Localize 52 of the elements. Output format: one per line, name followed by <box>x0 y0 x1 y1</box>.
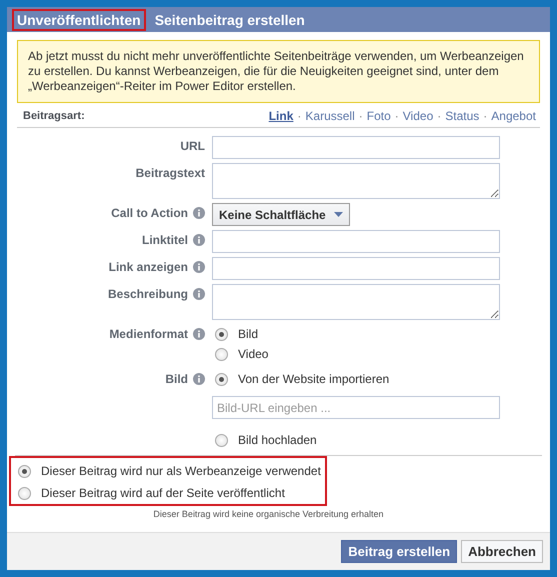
option-label: Video <box>238 347 268 361</box>
radio-button[interactable] <box>18 464 31 478</box>
info-icon[interactable] <box>193 234 205 246</box>
create-button[interactable]: Beitrag erstellen <box>341 540 458 563</box>
post-type-link[interactable]: Angebot <box>491 109 536 123</box>
separator-dot: · <box>297 109 302 123</box>
field-label: Beitragstext <box>136 166 205 180</box>
radio-button[interactable] <box>215 434 228 446</box>
notice-text: Ab jetzt musst du nicht mehr unveröffentlichte Seitenbeiträge verwenden, um Werbeanzeigen zu erstellen. Du kannst Werbeanzeigen, die für die Neuigkeiten geeignet sind, unter dem „Werbeanzeigen“-Reiter im Power Editor erstellen. <box>17 40 540 103</box>
post-type-link[interactable]: Video <box>402 109 434 123</box>
field-label: URL <box>180 139 205 153</box>
option-label: Bild <box>238 327 258 341</box>
text-field[interactable] <box>212 136 500 159</box>
dropdown-button[interactable]: Keine Schaltfläche <box>212 203 350 226</box>
radio-button[interactable] <box>215 328 228 340</box>
note-text: Dieser Beitrag wird keine organische Verbreitung erhalten <box>152 508 385 519</box>
text-field[interactable] <box>212 257 500 280</box>
image-url-field[interactable]: Bild-URL eingeben ... <box>212 396 500 419</box>
field-label: Beschreibung <box>108 287 188 301</box>
option-label: Dieser Beitrag wird auf der Seite veröffentlicht <box>41 486 285 500</box>
separator-dot: · <box>358 109 363 123</box>
separator-dot: · <box>437 109 442 123</box>
field-label: Link anzeigen <box>108 260 188 274</box>
dialog-title: Unveröffentlichten <box>12 8 146 30</box>
post-type-link[interactable]: Karussell <box>305 109 355 123</box>
separator-dot: · <box>394 109 399 123</box>
info-icon[interactable] <box>193 328 205 340</box>
text-field[interactable] <box>212 230 500 253</box>
text-area[interactable] <box>212 163 500 199</box>
info-icon[interactable] <box>193 288 205 300</box>
text-area[interactable] <box>212 284 500 320</box>
field-label: Bild <box>165 372 188 386</box>
radio-button[interactable] <box>18 486 31 500</box>
dialog-title: Seitenbeitrag erstellen <box>154 10 306 30</box>
field-label: Medienformat <box>109 327 188 341</box>
info-icon[interactable] <box>193 261 205 273</box>
radio-button[interactable] <box>215 372 228 386</box>
info-icon[interactable] <box>193 207 205 219</box>
separator-dot: · <box>483 109 488 123</box>
option-label: Von der Website importieren <box>238 372 390 386</box>
post-type-link[interactable]: Link <box>268 109 294 123</box>
cancel-button[interactable]: Abbrechen <box>461 540 543 563</box>
post-type-link[interactable]: Foto <box>366 109 391 123</box>
field-label: Linktitel <box>142 233 188 247</box>
option-label: Bild hochladen <box>238 433 317 447</box>
caret-icon <box>334 212 343 217</box>
post-type-link[interactable]: Status <box>445 109 480 123</box>
option-label: Dieser Beitrag wird nur als Werbeanzeige verwendet <box>41 464 321 478</box>
post-type-label: Beitragsart: <box>23 110 85 122</box>
info-icon[interactable] <box>193 373 205 385</box>
radio-button[interactable] <box>215 348 228 360</box>
field-label: Call to Action <box>111 206 188 220</box>
